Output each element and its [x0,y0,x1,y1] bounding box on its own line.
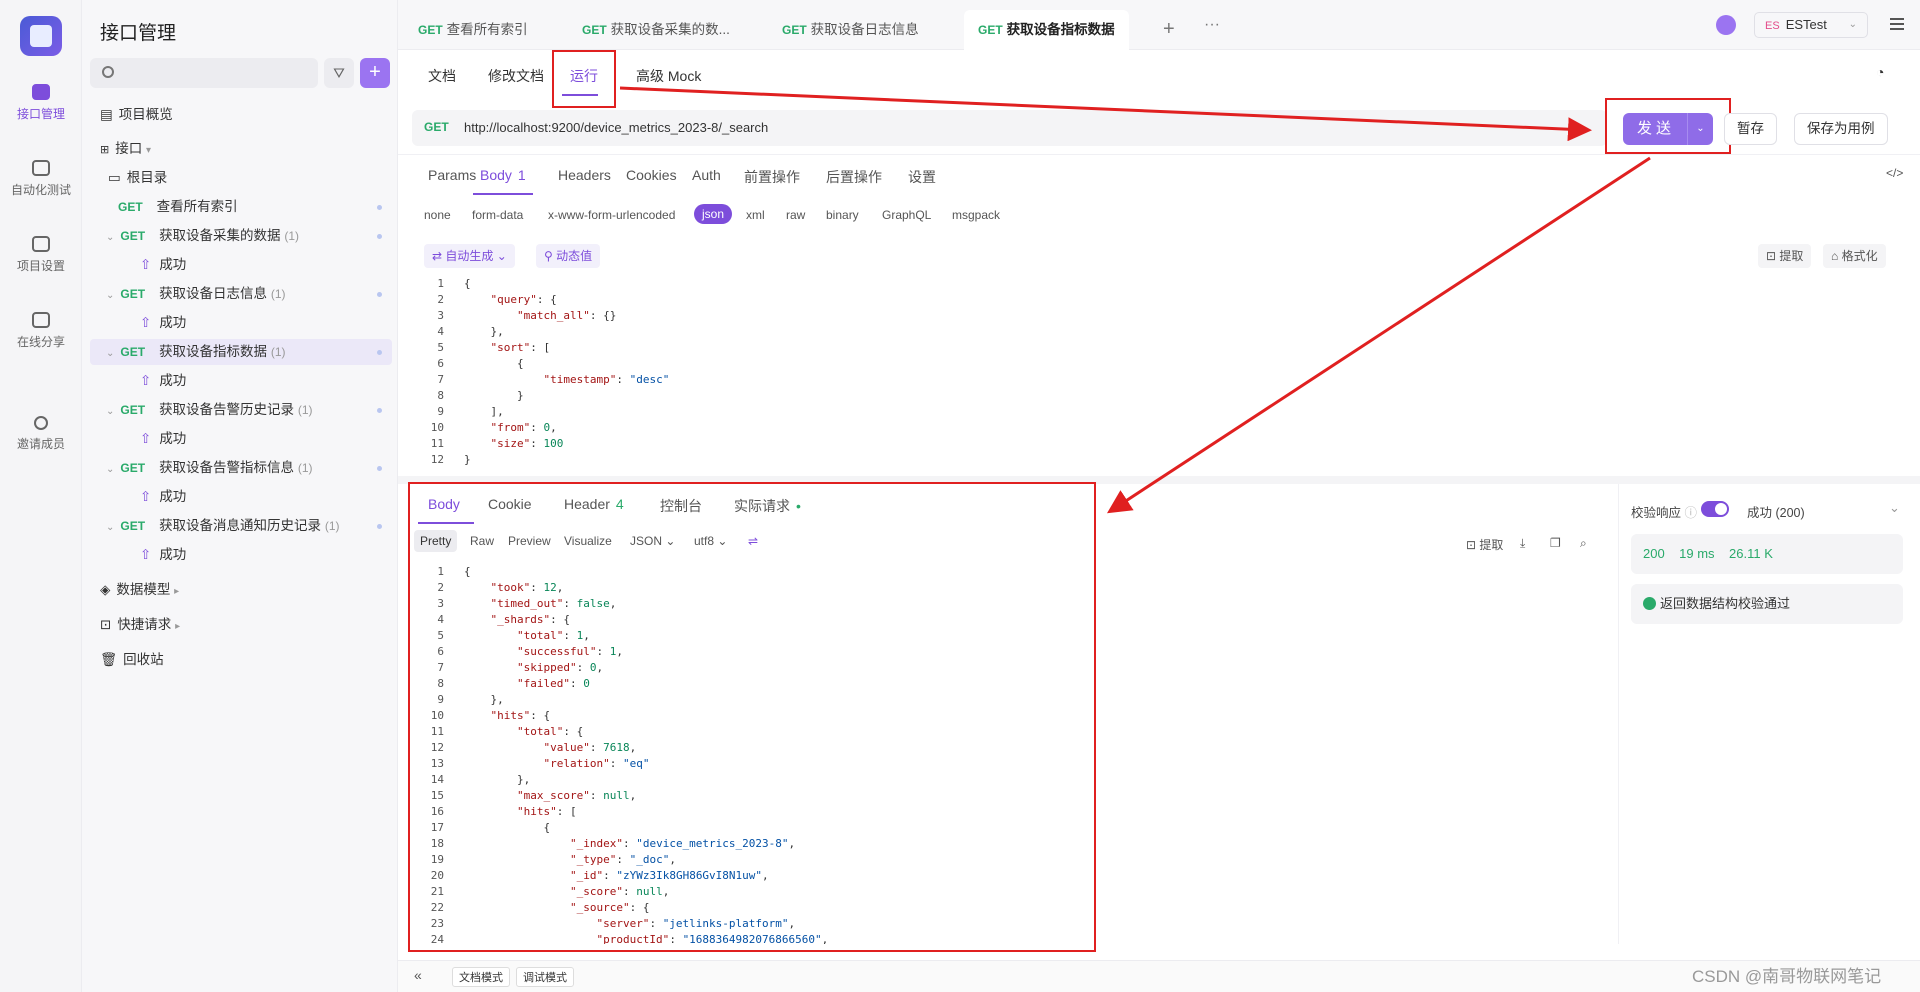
annotation-arrows [619,86,1651,514]
arrow-run-to-send [619,86,1592,142]
app-window: 接口管理 自动化测试 项目设置 在线分享 邀请成员 接口管理 ⛛ + ▤ 项目概览 [0,0,1920,992]
arrow-send-to-response [1106,156,1651,514]
